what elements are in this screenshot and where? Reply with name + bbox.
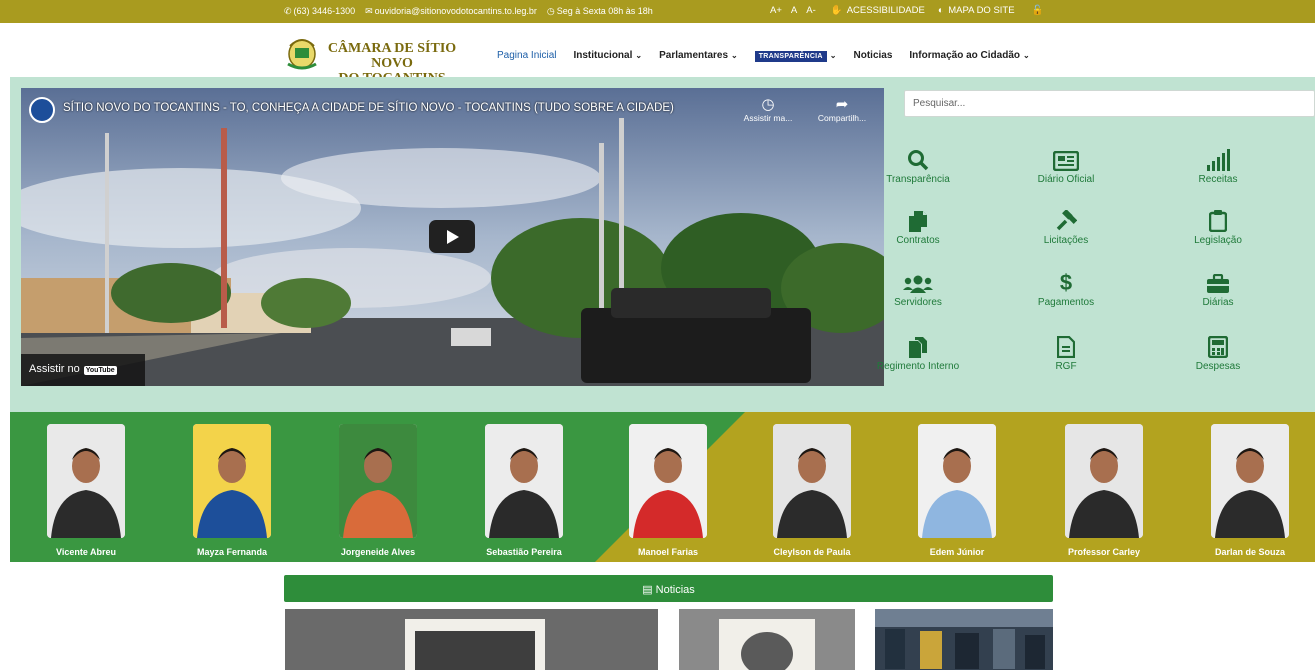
quick-link-receitas[interactable]: Receitas — [1168, 149, 1268, 185]
envelope-icon: ✉ — [365, 6, 373, 16]
councillor-photo[interactable] — [339, 424, 417, 538]
newspaper-icon — [1016, 149, 1116, 171]
channel-avatar[interactable] — [29, 97, 55, 123]
news-image-3[interactable] — [875, 609, 1053, 670]
quick-link-label: Diárias — [1202, 297, 1234, 308]
councillor-name[interactable]: Manoel Farias — [608, 547, 728, 557]
youtube-logo-icon: YouTube — [83, 366, 117, 375]
copy-icon — [868, 210, 968, 232]
councillor-photo[interactable] — [485, 424, 563, 538]
quick-link-label: Transparência — [886, 174, 950, 185]
font-increase-button[interactable]: A+ — [770, 5, 782, 16]
watch-later-button[interactable]: ◷ Assistir ma... — [739, 96, 797, 123]
briefcase-icon — [1168, 272, 1268, 294]
quick-link-regimento-interno[interactable]: Regimento Interno — [868, 336, 968, 372]
councillor-photo[interactable] — [629, 424, 707, 538]
councillor-name[interactable]: Jorgeneide Alves — [318, 547, 438, 557]
nav-parliamentarians[interactable]: Parlamentares ⌄ — [659, 50, 738, 61]
opening-hours: ◷ Seg à Sexta 08h às 18h — [546, 6, 653, 16]
files-icon — [868, 336, 968, 358]
councillor-name[interactable]: Edem Júnior — [897, 547, 1017, 557]
email-contact[interactable]: ✉ ouvidoria@sitionovodotocantins.to.leg.b… — [365, 6, 537, 17]
phone-icon: ✆ — [284, 6, 292, 16]
hand-icon: ✋ — [830, 5, 843, 16]
sitemap-link[interactable]: ◐ MAPA DO SITE — [938, 5, 1015, 16]
news-image-2[interactable] — [679, 609, 855, 670]
quick-link-label: Diário Oficial — [1037, 174, 1095, 185]
quick-link-label: Despesas — [1195, 361, 1241, 372]
councillor-photo[interactable] — [1211, 424, 1289, 538]
nav-citizen-info[interactable]: Informação ao Cidadão ⌄ — [909, 50, 1029, 61]
font-decrease-button[interactable]: A- — [806, 5, 816, 16]
quick-link-label: Receitas — [1198, 174, 1238, 185]
nav-news[interactable]: Noticias — [854, 50, 893, 61]
clock-icon: ◷ — [761, 96, 775, 113]
gavel-icon — [1016, 210, 1116, 232]
clipboard-icon — [1168, 210, 1268, 232]
newspaper-icon: ▤ — [642, 584, 653, 596]
councillor-name[interactable]: Sebastião Pereira — [464, 547, 584, 557]
news-image-1[interactable] — [285, 609, 658, 670]
quick-link-transparencia[interactable]: Transparência — [868, 149, 968, 185]
councillor-photo[interactable] — [918, 424, 996, 538]
nav-transparency[interactable]: TRANSPARÊNCIA ⌄ — [754, 50, 837, 62]
search-icon — [868, 149, 968, 171]
councillor-photo[interactable] — [1065, 424, 1143, 538]
councillor-photo[interactable] — [47, 424, 125, 538]
video-title[interactable]: SÍTIO NOVO DO TOCANTINS - TO, CONHEÇA A … — [63, 102, 674, 114]
top-info-bar: ✆ (63) 3446-1300 ✉ ouvidoria@sitionovodoto… — [0, 0, 1315, 23]
contrast-icon: ◐ — [937, 5, 944, 16]
councillor-name[interactable]: Vicente Abreu — [26, 547, 146, 557]
signal-bars-icon — [1168, 149, 1268, 171]
search-input[interactable]: Pesquisar... — [904, 90, 1315, 117]
svg-text:$: $ — [1060, 270, 1072, 294]
chevron-down-icon: ⌄ — [635, 51, 643, 60]
quick-link-diario-oficial[interactable]: Diário Oficial — [1016, 149, 1116, 185]
councillor-name[interactable]: Darlan de Souza — [1190, 547, 1310, 557]
chevron-down-icon: ⌄ — [829, 51, 837, 60]
chevron-down-icon: ⌄ — [731, 51, 738, 60]
users-icon — [868, 272, 968, 294]
calculator-icon — [1168, 336, 1268, 358]
dollar-icon: $ — [1016, 270, 1116, 294]
quick-link-contratos[interactable]: Contratos — [868, 210, 968, 246]
accessibility-link[interactable]: ✋ ACESSIBILIDADE — [831, 5, 925, 16]
councillor-name[interactable]: Professor Carley — [1044, 547, 1164, 557]
nav-home[interactable]: Pagina Inicial — [497, 50, 556, 61]
quick-link-pagamentos[interactable]: $ Pagamentos — [1016, 270, 1116, 308]
news-section-header[interactable]: ▤ Noticias — [284, 575, 1053, 602]
quick-link-diarias[interactable]: Diárias — [1168, 272, 1268, 308]
councillor-name[interactable]: Mayza Fernanda — [172, 547, 292, 557]
quick-link-label: RGF — [1055, 361, 1077, 372]
login-lock-icon[interactable]: 🔓 — [1032, 5, 1044, 16]
main-nav: Pagina Inicial Institucional ⌄ Parlamenta… — [497, 50, 1030, 62]
font-reset-button[interactable]: A — [791, 5, 797, 16]
quick-link-label: Servidores — [894, 297, 942, 308]
quick-link-licitacoes[interactable]: Licitações — [1016, 210, 1116, 246]
phone-contact[interactable]: ✆ (63) 3446-1300 — [284, 6, 355, 17]
quick-link-despesas[interactable]: Despesas — [1168, 336, 1268, 372]
share-button[interactable]: ➦ Compartilh... — [813, 96, 871, 123]
quick-link-label: Licitações — [1043, 235, 1089, 246]
quick-link-servidores[interactable]: Servidores — [868, 272, 968, 308]
quick-link-label: Legislação — [1194, 235, 1242, 246]
chevron-down-icon: ⌄ — [1022, 51, 1030, 60]
quick-link-label: Regimento Interno — [876, 361, 960, 372]
quick-link-legislacao[interactable]: Legislação — [1168, 210, 1268, 246]
councillor-name[interactable]: Cleylson de Paula — [752, 547, 872, 557]
councillor-photo[interactable] — [193, 424, 271, 538]
quick-link-rgf[interactable]: RGF — [1016, 336, 1116, 372]
nav-institutional[interactable]: Institucional ⌄ — [573, 50, 642, 61]
quick-link-label: Contratos — [896, 235, 940, 246]
clock-icon: ◷ — [546, 6, 555, 16]
watch-on-youtube-button[interactable]: Assistir no YouTube — [21, 354, 145, 386]
share-arrow-icon: ➦ — [835, 96, 849, 113]
play-button[interactable] — [429, 220, 475, 253]
file-icon — [1016, 336, 1116, 358]
quick-link-label: Pagamentos — [1037, 297, 1095, 308]
councillor-photo[interactable] — [773, 424, 851, 538]
video-player[interactable]: SÍTIO NOVO DO TOCANTINS - TO, CONHEÇA A … — [21, 88, 884, 386]
